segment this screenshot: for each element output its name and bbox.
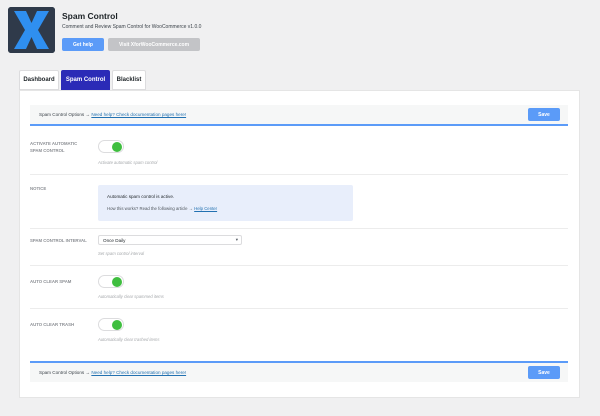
setting-description: Activate automatic spam control bbox=[98, 160, 158, 165]
visit-site-button[interactable]: Visit XforWooCommerce.com bbox=[108, 38, 200, 51]
documentation-link[interactable]: Need help? Check documentation pages her… bbox=[91, 112, 186, 117]
tab-blacklist[interactable]: Blacklist bbox=[112, 70, 146, 90]
plugin-logo bbox=[8, 7, 55, 53]
app-title: Spam Control bbox=[62, 11, 118, 21]
setting-description: Set spam control interval bbox=[98, 251, 145, 256]
app-subtitle: Comment and Review Spam Control for WooC… bbox=[62, 24, 202, 30]
setting-description: Automatically clear spammed items bbox=[98, 294, 164, 299]
options-bar-bottom: Spam Control Options → Need help? Check … bbox=[30, 361, 568, 382]
tab-dashboard[interactable]: Dashboard bbox=[19, 70, 59, 90]
toggle-knob bbox=[112, 277, 122, 287]
interval-select-value: Once Daily bbox=[103, 238, 126, 243]
options-bar-text: Spam Control Options → Need help? Check … bbox=[39, 112, 186, 117]
setting-label: Notice bbox=[30, 186, 47, 191]
setting-label: Activate Automatic Spam Control bbox=[30, 141, 78, 153]
setting-label: Auto Clear Trash bbox=[30, 322, 75, 327]
get-help-button[interactable]: Get help bbox=[62, 38, 104, 51]
options-bar-prefix: Spam Control Options → bbox=[39, 112, 92, 117]
notice-message: Automatic spam control is active. bbox=[107, 194, 175, 199]
notice-help-text: How this works? Read the following artic… bbox=[107, 206, 217, 211]
options-bar-text: Spam Control Options → Need help? Check … bbox=[39, 370, 186, 375]
save-button[interactable]: Save bbox=[528, 366, 560, 379]
toggle-knob bbox=[112, 142, 122, 152]
chevron-down-icon: ▾ bbox=[235, 237, 238, 242]
x-logo-icon bbox=[8, 7, 55, 53]
setting-row-auto-clear-spam: Auto Clear Spam Automatically clear spam… bbox=[30, 266, 568, 309]
notice-box: Automatic spam control is active. How th… bbox=[98, 185, 353, 221]
settings-panel: Spam Control Options → Need help? Check … bbox=[19, 90, 580, 398]
options-bar-top: Spam Control Options → Need help? Check … bbox=[30, 105, 568, 126]
setting-label: Auto Clear Spam bbox=[30, 279, 72, 284]
setting-row-auto-clear-trash: Auto Clear Trash Automatically clear tra… bbox=[30, 309, 568, 353]
toggle-knob bbox=[112, 320, 122, 330]
tab-spam-control[interactable]: Spam Control bbox=[61, 70, 110, 90]
auto-spam-control-toggle[interactable] bbox=[98, 140, 124, 153]
save-button[interactable]: Save bbox=[528, 108, 560, 121]
setting-description: Automatically clear trashed items bbox=[98, 337, 160, 342]
auto-clear-spam-toggle[interactable] bbox=[98, 275, 124, 288]
help-center-link[interactable]: Help Center bbox=[194, 206, 217, 211]
documentation-link[interactable]: Need help? Check documentation pages her… bbox=[91, 370, 186, 375]
setting-label: Spam Control Interval bbox=[30, 238, 87, 243]
notice-help-prefix: How this works? Read the following artic… bbox=[107, 206, 195, 211]
auto-clear-trash-toggle[interactable] bbox=[98, 318, 124, 331]
setting-row-auto-spam-control: Activate Automatic Spam Control Activate… bbox=[30, 135, 568, 175]
interval-select[interactable]: Once Daily ▾ bbox=[98, 235, 242, 245]
options-bar-prefix: Spam Control Options → bbox=[39, 370, 92, 375]
